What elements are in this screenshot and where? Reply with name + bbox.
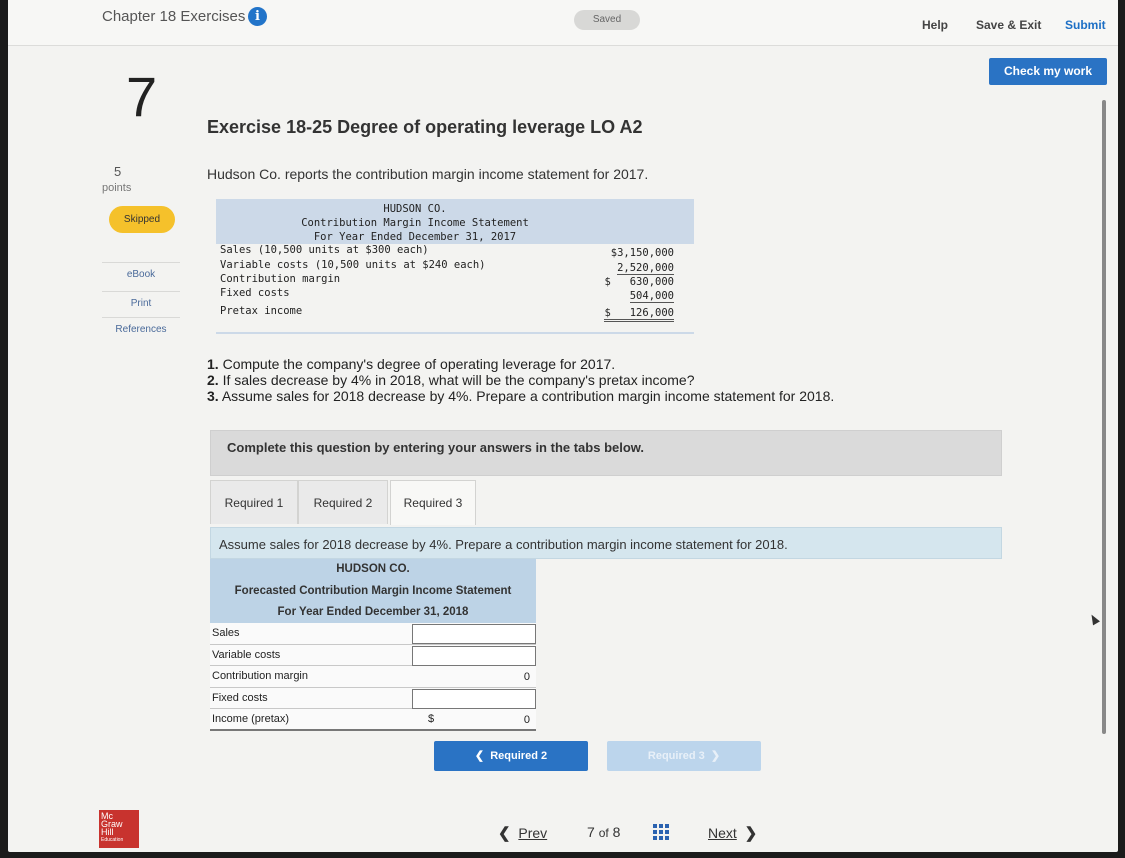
question-item: 3. Assume sales for 2018 decrease by 4%.… <box>207 388 835 404</box>
form-header: HUDSON CO. Forecasted Contribution Margi… <box>210 559 536 623</box>
page-indicator: 7 of 8 <box>587 824 621 840</box>
exercise-title: Exercise 18-25 Degree of operating lever… <box>207 117 643 137</box>
statement-header: HUDSON CO. Contribution Margin Income St… <box>216 199 694 244</box>
sidebar-item-print[interactable]: Print <box>102 291 180 315</box>
income-statement-2017: HUDSON CO. Contribution Margin Income St… <box>216 199 694 335</box>
contribution-margin-value: 0 <box>523 671 530 683</box>
prev-question-link[interactable]: ❮ Prev <box>498 824 547 842</box>
question-grid-icon[interactable] <box>653 824 669 840</box>
tab-required-1[interactable]: Required 1 <box>210 480 298 524</box>
form-row-contribution-margin: Contribution margin 0 <box>210 666 536 688</box>
next-required-button[interactable]: Required 3 ❯ <box>607 741 761 771</box>
next-question-link[interactable]: Next ❯ <box>708 824 757 842</box>
form-company: HUDSON CO. <box>336 563 410 575</box>
statement-company: HUDSON CO. <box>383 203 447 215</box>
statement-period: For Year Ended December 31, 2017 <box>313 231 517 243</box>
form-name: Forecasted Contribution Margin Income St… <box>234 585 512 597</box>
help-link[interactable]: Help <box>922 18 948 32</box>
forecast-statement-form: HUDSON CO. Forecasted Contribution Margi… <box>210 559 536 731</box>
status-badge: Skipped <box>109 206 175 233</box>
chevron-left-icon: ❮ <box>474 750 485 762</box>
form-row-income-pretax: Income (pretax) $ 0 <box>210 709 536 731</box>
form-row-sales: Sales <box>210 623 536 645</box>
form-period: For Year Ended December 31, 2018 <box>277 606 469 618</box>
chapter-title: Chapter 18 Exercises <box>102 8 246 25</box>
exercise-intro: Hudson Co. reports the contribution marg… <box>207 166 649 182</box>
page-scrollbar[interactable] <box>1102 100 1106 734</box>
form-row-variable-costs: Variable costs <box>210 644 536 666</box>
chevron-right-icon: ❯ <box>744 825 758 842</box>
fixed-costs-input[interactable] <box>412 688 536 709</box>
save-exit-link[interactable]: Save & Exit <box>976 18 1041 32</box>
form-row-fixed-costs: Fixed costs <box>210 687 536 709</box>
question-item: 2. If sales decrease by 4% in 2018, what… <box>207 372 695 388</box>
tab-required-3[interactable]: Required 3 <box>390 480 476 525</box>
info-icon[interactable]: i <box>248 7 267 26</box>
income-pretax-value: $ 0 <box>428 713 530 726</box>
saved-status: Saved <box>574 10 640 30</box>
mcgraw-hill-logo: Mc Graw Hill Education <box>99 810 139 848</box>
points-label: points <box>102 182 132 194</box>
chevron-left-icon: ❮ <box>498 825 511 842</box>
sales-input[interactable] <box>412 624 536 644</box>
submit-link[interactable]: Submit <box>1065 18 1106 32</box>
question-list: 1. Compute the company's degree of opera… <box>207 356 834 404</box>
question-item: 1. Compute the company's degree of opera… <box>207 356 616 372</box>
tab-prompt: Assume sales for 2018 decrease by 4%. Pr… <box>210 527 1002 559</box>
question-number: 7 <box>126 65 158 128</box>
instructions-bar: Complete this question by entering your … <box>210 430 1002 476</box>
chevron-right-icon: ❯ <box>710 750 721 762</box>
prev-required-button[interactable]: ❮ Required 2 <box>434 741 588 771</box>
variable-costs-input[interactable] <box>412 645 536 666</box>
app-screen: Chapter 18 Exercises i Saved Help Save &… <box>8 0 1118 852</box>
statement-divider <box>216 332 694 334</box>
tab-required-2[interactable]: Required 2 <box>298 480 388 524</box>
statement-name: Contribution Margin Income Statement <box>301 217 529 229</box>
statement-row: Variable costs (10,500 units at $240 eac… <box>220 259 674 275</box>
statement-row: Fixed costs 504,000 <box>220 287 674 303</box>
statement-row: Pretax income $ 126,000 <box>220 305 690 322</box>
statement-row: Contribution margin $ 630,000 <box>220 273 674 288</box>
points-value: 5 <box>114 164 122 179</box>
statement-row: Sales (10,500 units at $300 each) $3,150… <box>220 244 674 259</box>
top-bar: Chapter 18 Exercises i Saved Help Save &… <box>8 0 1118 46</box>
mouse-cursor-icon <box>1088 612 1100 626</box>
sidebar-item-references[interactable]: References <box>102 317 180 341</box>
sidebar-item-ebook[interactable]: eBook <box>102 262 180 286</box>
check-my-work-button[interactable]: Check my work <box>989 58 1107 85</box>
